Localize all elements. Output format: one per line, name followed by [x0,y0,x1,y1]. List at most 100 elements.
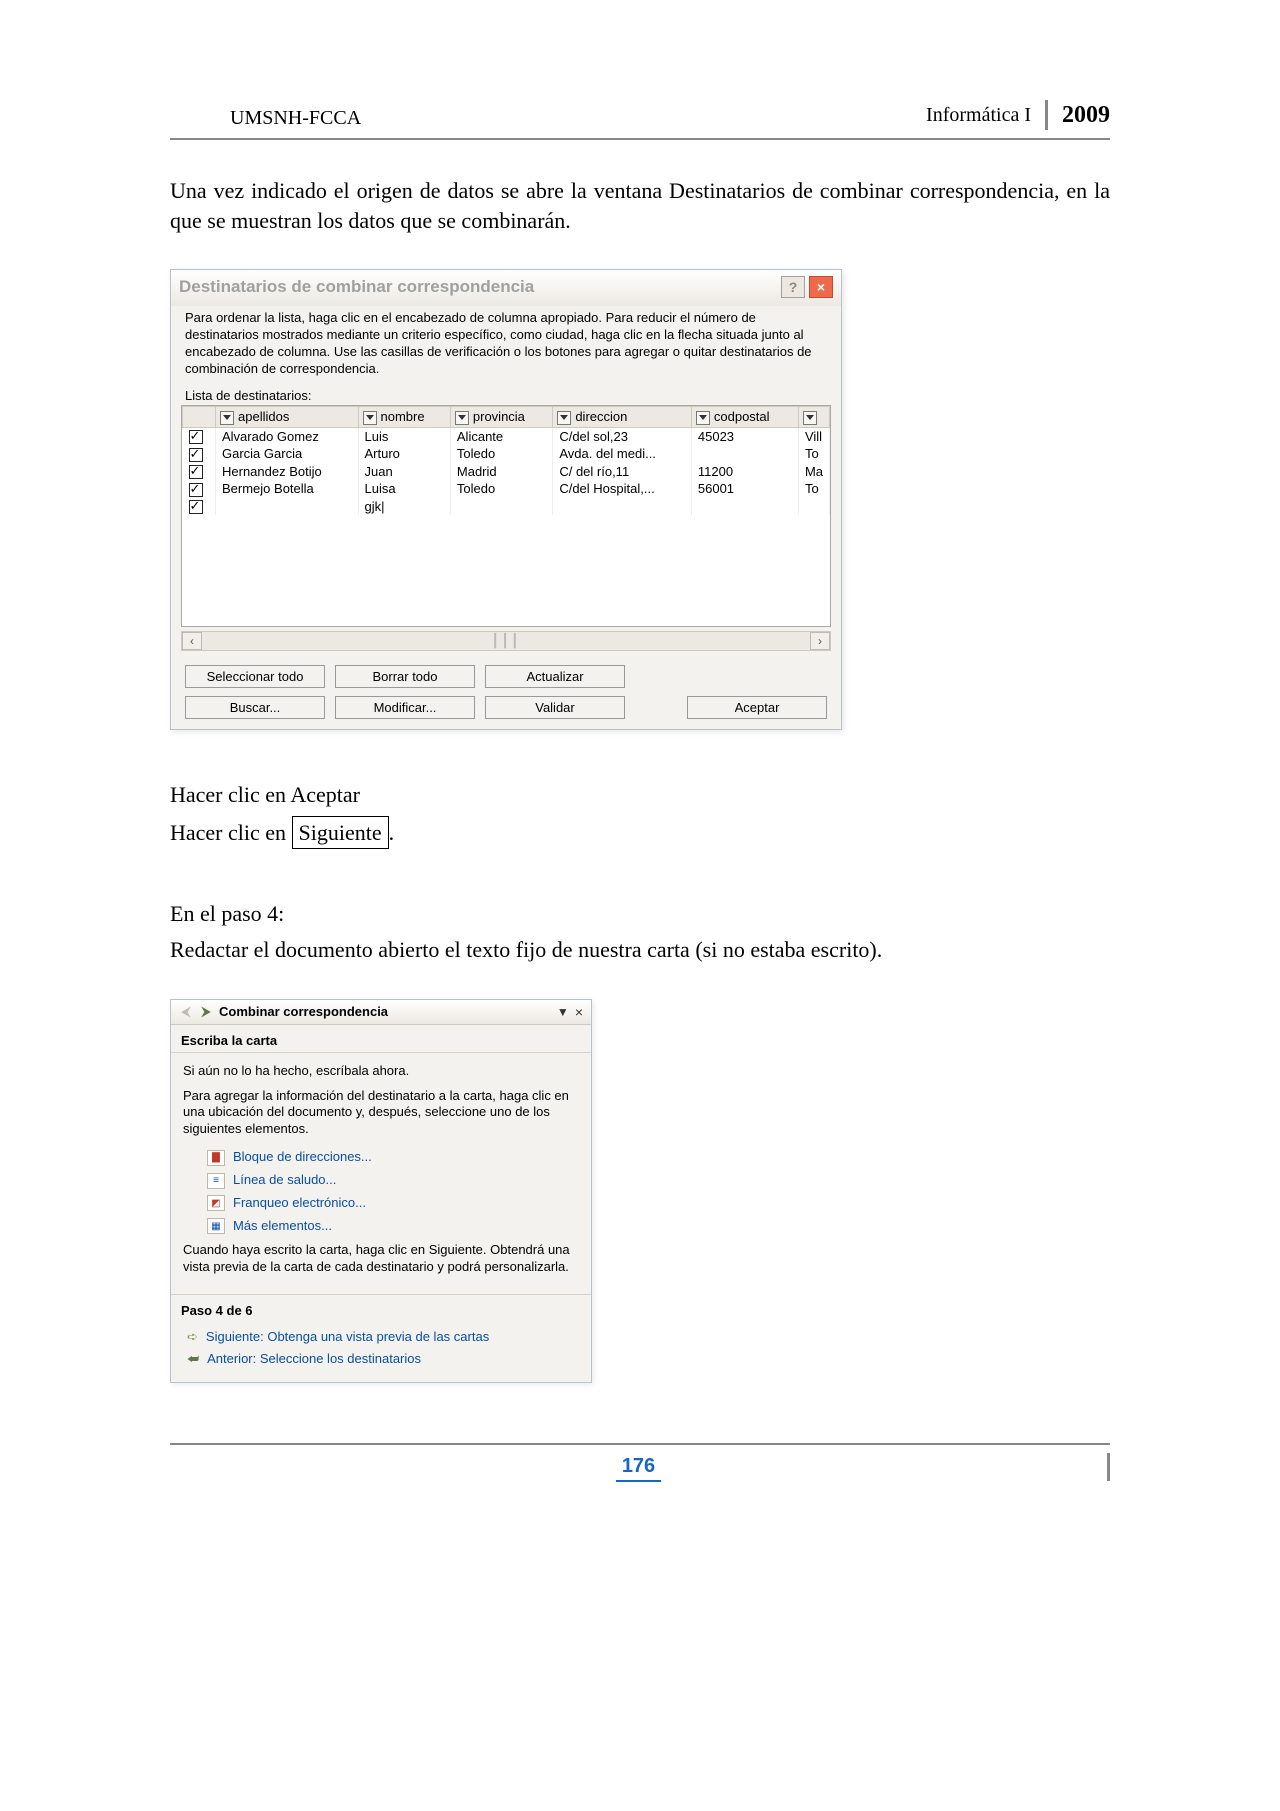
intro-paragraph: Una vez indicado el origen de datos se a… [170,176,1110,235]
row-checkbox[interactable] [189,500,203,514]
mail-merge-panel: ⮜ ⮞ Combinar correspondencia ▼ × Escriba… [170,999,592,1383]
cell-nombre: Luisa [358,480,450,498]
panel-menu-icon[interactable]: ▼ [557,1005,569,1019]
table-row[interactable]: Garcia Garcia Arturo Toledo Avda. del me… [183,445,830,463]
instruction-accept: Hacer clic en Aceptar [170,780,1110,810]
arrow-prev-icon: ⮨ [187,1351,199,1367]
dialog-buttons-row2: Buscar... Modificar... Validar Aceptar [171,692,841,729]
scroll-left-icon[interactable]: ‹ [182,632,202,650]
header-year: 2009 [1062,102,1110,129]
table-row[interactable]: Bermejo Botella Luisa Toledo C/del Hospi… [183,480,830,498]
link-label: Anterior: Seleccione los destinatarios [207,1351,421,1366]
cell-provincia: Madrid [450,463,552,481]
cell-direccion: Avda. del medi... [553,445,692,463]
panel-paragraph-3: Cuando haya escrito la carta, haga clic … [183,1242,579,1276]
validate-button[interactable]: Validar [485,696,625,719]
chevron-down-icon[interactable] [696,411,710,425]
chevron-down-icon[interactable] [455,411,469,425]
header-separator [1045,100,1048,130]
cell-overflow: Ma [798,463,829,481]
chevron-down-icon[interactable] [363,411,377,425]
col-label: direccion [575,409,627,424]
cell-overflow [798,498,829,516]
col-overflow[interactable] [798,406,829,427]
panel-step-links: ➪Siguiente: Obtenga una vista previa de … [171,1322,591,1382]
col-label: provincia [473,409,525,424]
panel-paragraph-2: Para agregar la información del destinat… [183,1088,579,1139]
list-label: Lista de destinatarios: [171,384,841,405]
cell-nombre: Luis [358,427,450,445]
panel-step-heading: Paso 4 de 6 [171,1294,591,1322]
arrow-next-icon: ➪ [187,1329,198,1345]
col-label: nombre [381,409,425,424]
col-codpostal[interactable]: codpostal [691,406,798,427]
cell-provincia: Toledo [450,480,552,498]
row-checkbox[interactable] [189,465,203,479]
modify-button[interactable]: Modificar... [335,696,475,719]
search-button[interactable]: Buscar... [185,696,325,719]
help-icon[interactable]: ? [781,276,805,298]
page-footer: 176 [170,1443,1110,1482]
accept-button[interactable]: Aceptar [687,696,827,719]
panel-close-icon[interactable]: × [575,1004,583,1020]
table-row[interactable]: gjk| [183,498,830,516]
select-all-button[interactable]: Seleccionar todo [185,665,325,688]
cell-apellidos [216,498,359,516]
cell-nombre: Juan [358,463,450,481]
panel-forward-icon[interactable]: ⮞ [199,1005,213,1019]
cell-direccion: C/del Hospital,... [553,480,692,498]
panel-section-heading: Escriba la carta [171,1025,591,1053]
close-icon[interactable]: × [809,276,833,298]
header-right: Informática I 2009 [926,100,1110,130]
scrollbar-track[interactable]: ┃┃┃ [202,633,810,649]
recipients-dialog: Destinatarios de combinar correspondenci… [170,269,842,730]
table-row[interactable]: Alvarado Gomez Luis Alicante C/del sol,2… [183,427,830,445]
header-left: UMSNH-FCCA [170,107,361,130]
instruction-next-prefix: Hacer clic en [170,820,292,845]
chevron-down-icon[interactable] [220,411,234,425]
link-address-block[interactable]: ▇ Bloque de direcciones... [207,1146,579,1169]
panel-back-icon[interactable]: ⮜ [179,1005,193,1019]
link-greeting-line[interactable]: ≡Línea de saludo... [207,1169,579,1192]
address-block-icon: ▇ [207,1150,225,1166]
col-checkbox[interactable] [183,406,216,427]
instruction-next: Hacer clic en Siguiente. [170,816,1110,850]
horizontal-scrollbar[interactable]: ‹ ┃┃┃ › [181,631,831,651]
chevron-down-icon[interactable] [557,411,571,425]
row-checkbox[interactable] [189,430,203,444]
cell-nombre: gjk| [358,498,450,516]
dialog-description: Para ordenar la lista, haga clic en el e… [171,306,841,384]
cell-apellidos: Bermejo Botella [216,480,359,498]
table-row[interactable]: Hernandez Botijo Juan Madrid C/ del río,… [183,463,830,481]
cell-nombre: Arturo [358,445,450,463]
cell-codpostal [691,498,798,516]
cell-codpostal: 45023 [691,427,798,445]
cell-direccion [553,498,692,516]
col-label: apellidos [238,409,289,424]
step4-heading: En el paso 4: [170,899,1110,929]
link-electronic-postage[interactable]: ◩Franqueo electrónico... [207,1192,579,1215]
cell-apellidos: Hernandez Botijo [216,463,359,481]
panel-title: Combinar correspondencia [219,1004,551,1019]
chevron-down-icon[interactable] [803,411,817,425]
col-apellidos[interactable]: apellidos [216,406,359,427]
step4-description: Redactar el documento abierto el texto f… [170,935,1110,965]
step-prev-link[interactable]: ⮨ Anterior: Seleccione los destinatarios [187,1348,591,1370]
cell-provincia [450,498,552,516]
cell-codpostal: 56001 [691,480,798,498]
link-more-items[interactable]: ▦Más elementos... [207,1215,579,1238]
panel-header: ⮜ ⮞ Combinar correspondencia ▼ × [171,1000,591,1025]
step-next-link[interactable]: ➪Siguiente: Obtenga una vista previa de … [187,1326,591,1348]
scroll-right-icon[interactable]: › [810,632,830,650]
col-provincia[interactable]: provincia [450,406,552,427]
row-checkbox[interactable] [189,448,203,462]
more-items-icon: ▦ [207,1218,225,1234]
dialog-buttons-row1: Seleccionar todo Borrar todo Actualizar [171,661,841,692]
link-label: Bloque de direcciones... [233,1149,372,1166]
link-label: Franqueo electrónico... [233,1195,366,1212]
refresh-button[interactable]: Actualizar [485,665,625,688]
col-direccion[interactable]: direccion [553,406,692,427]
row-checkbox[interactable] [189,483,203,497]
clear-all-button[interactable]: Borrar todo [335,665,475,688]
col-nombre[interactable]: nombre [358,406,450,427]
